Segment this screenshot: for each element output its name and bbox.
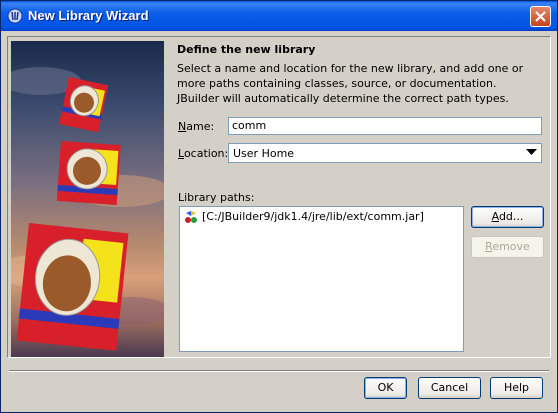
name-field[interactable]: comm bbox=[228, 117, 542, 135]
location-select[interactable]: User Home bbox=[228, 143, 542, 163]
close-button[interactable] bbox=[530, 6, 551, 27]
chevron-down-icon bbox=[526, 149, 537, 155]
add-button[interactable]: Add... bbox=[471, 206, 544, 228]
window-title: New Library Wizard bbox=[28, 8, 149, 23]
remove-button[interactable]: Remove bbox=[471, 236, 544, 258]
library-paths-list[interactable]: [C:/JBuilder9/jdk1.4/jre/lib/ext/comm.ja… bbox=[179, 206, 464, 352]
name-label: Name: bbox=[178, 120, 215, 133]
dialog-window: New Library Wizard Define the new librar… bbox=[0, 0, 558, 413]
wizard-illustration bbox=[11, 41, 164, 357]
library-paths-label: Library paths: bbox=[178, 191, 255, 204]
location-label: Location: bbox=[178, 147, 229, 160]
step-heading: Define the new library bbox=[177, 43, 316, 56]
separator bbox=[9, 370, 549, 372]
list-item[interactable]: [C:/JBuilder9/jdk1.4/jre/lib/ext/comm.ja… bbox=[182, 209, 424, 225]
step-description: Select a name and location for the new l… bbox=[177, 62, 524, 105]
close-icon bbox=[535, 11, 546, 22]
library-path-text: [C:/JBuilder9/jdk1.4/jre/lib/ext/comm.ja… bbox=[202, 210, 424, 223]
help-button[interactable]: Help bbox=[490, 377, 543, 399]
dialog-body: Define the new library Select a name and… bbox=[1, 31, 557, 412]
jbuilder-icon bbox=[7, 8, 23, 24]
library-path-icon bbox=[185, 211, 197, 223]
ok-button[interactable]: OK bbox=[364, 377, 407, 399]
location-value: User Home bbox=[233, 147, 295, 160]
cancel-button[interactable]: Cancel bbox=[418, 377, 481, 399]
title-bar[interactable]: New Library Wizard bbox=[1, 1, 557, 31]
